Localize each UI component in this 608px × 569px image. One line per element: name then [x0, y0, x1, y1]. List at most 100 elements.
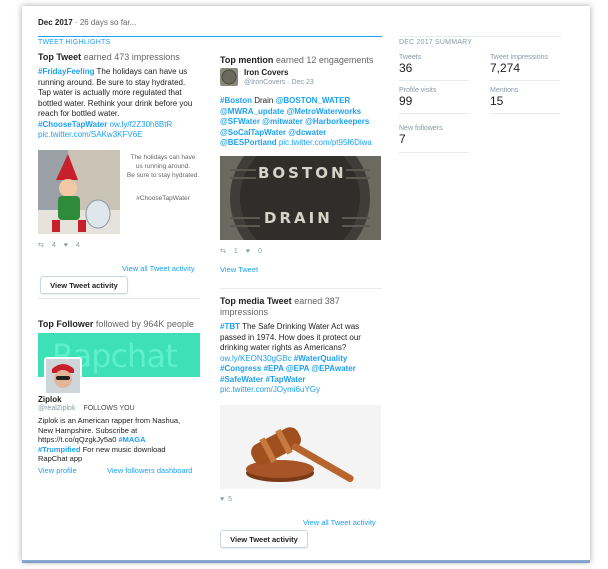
stat-impressions-value: 7,274 — [490, 61, 521, 75]
mention-drain-word: Drain — [252, 96, 276, 105]
stat-tweets: Tweets 36 — [399, 54, 421, 75]
top-tweet-title: Top Tweet earned 473 impressions — [38, 52, 180, 62]
manhole-avatar-icon — [221, 69, 237, 85]
top-follower-title: Top Follower followed by 964K people — [38, 319, 194, 329]
mention-user-name[interactable]: Iron Covers — [244, 68, 288, 77]
media-activity-button[interactable]: View Tweet activity — [220, 530, 308, 548]
mention-retweets: 1 — [233, 247, 238, 255]
stat-mentions: Mentions 15 — [490, 87, 518, 108]
view-followers-dashboard-link[interactable]: View followers dashboard — [107, 466, 192, 475]
top-mention-text: #Boston Drain @BOSTON_WATER @MWRA_update… — [220, 96, 385, 149]
heart-icon: ♥ — [220, 496, 225, 503]
media-line-1: The Safe Drinking Water Act was — [240, 322, 360, 331]
top-follower-meta: followed by 964K people — [93, 319, 194, 329]
view-profile-link[interactable]: View profile — [38, 466, 77, 475]
follower-handle: @realZiplok — [38, 405, 76, 412]
media-line-6[interactable]: #SafeWater #TapWater — [220, 375, 306, 384]
media-likes: 5 — [228, 496, 233, 503]
top-tweet-view-all-link[interactable]: View all Tweet activity — [122, 264, 195, 273]
mention-line-3[interactable]: @SFWater @mitwater @Harborkeepers — [220, 117, 369, 126]
top-media-meta2: impressions — [220, 307, 269, 317]
stat-profile-visits: Profile visits 99 — [399, 87, 436, 108]
manhole-word-boston: BOSTON — [258, 164, 347, 182]
top-media-text: #TBT The Safe Drinking Water Act was pas… — [220, 322, 385, 396]
top-tweet-meta: earned 473 impressions — [81, 52, 180, 62]
top-tweet-activity-button[interactable]: View Tweet activity — [40, 276, 128, 294]
retweet-icon: ⇆ — [38, 242, 44, 249]
stat-divider-2b — [490, 113, 560, 114]
period-subtitle: · 26 days so far... — [72, 18, 137, 27]
top-tweet-link1[interactable]: ow.ly/f2Z30h8BtR — [107, 120, 173, 129]
iron-covers-avatar[interactable] — [220, 68, 238, 86]
mention-besportland[interactable]: @BESPortland — [220, 138, 277, 147]
heart-icon: ♥ — [245, 247, 250, 255]
mention-line-2[interactable]: @MWRA_update @MetroWaterworks — [220, 107, 361, 116]
bio-hashtag-trumpified[interactable]: #Trumpified — [38, 445, 81, 454]
mention-boston-water[interactable]: @BOSTON_WATER — [276, 96, 351, 105]
stat-mentions-value: 15 — [490, 94, 504, 108]
follower-name[interactable]: Ziplok — [38, 395, 62, 404]
summary-label: DEC 2017 SUMMARY — [399, 39, 473, 46]
media-link-1[interactable]: ow.ly/KEON30gGBc — [220, 354, 292, 363]
mention-engagement: ⇆ 1 ♥ 0 — [220, 247, 262, 256]
media-engagement: ♥ 5 — [220, 496, 232, 503]
bio-line-4: For new music download — [80, 444, 166, 454]
stat-divider-1a — [399, 80, 469, 81]
stat-mentions-label: Mentions — [490, 87, 519, 94]
elf-photo-icon — [38, 150, 120, 234]
follows-you-badge: FOLLOWS YOU — [83, 405, 135, 412]
mention-hashtag-boston[interactable]: #Boston — [220, 96, 252, 105]
stat-new-followers: New followers 7 — [399, 125, 443, 146]
top-mention-meta: earned 12 engagements — [273, 55, 374, 65]
mention-pic-link[interactable]: pic.twitter.com/pt95f6Diwa — [277, 138, 372, 147]
bio-hashtag-maga[interactable]: #MAGA — [118, 435, 145, 444]
bio-line-5: RapChat app — [38, 454, 83, 463]
follower-bio: Ziplok is an American rapper from Nashua… — [38, 416, 203, 464]
period-month: Dec 2017 — [38, 18, 73, 27]
top-tweet-image[interactable] — [38, 150, 120, 234]
top-tweet-hashtag[interactable]: #FridayFeeling — [38, 67, 94, 76]
media-view-all-link[interactable]: View all Tweet activity — [303, 518, 376, 527]
caption-line-2: us running around. — [135, 163, 191, 170]
top-tweet-retweets: 4 — [51, 241, 56, 249]
follower-avatar[interactable] — [44, 357, 82, 395]
caption-line-1: The holidays can have — [130, 154, 196, 161]
retweet-icon: ⇆ — [220, 248, 226, 255]
media-line-5[interactable]: #Congress #EPA @EPA @EPAwater — [220, 364, 356, 373]
media-hashtag-tbt[interactable]: #TBT — [220, 322, 240, 331]
top-tweet-engagement: ⇆ 4 ♥ 4 — [38, 241, 80, 250]
person-avatar-icon — [46, 359, 80, 393]
highlights-divider — [38, 36, 382, 37]
media-line-3: drinking water rights as Americans? — [220, 343, 347, 352]
stat-followers-value: 7 — [399, 132, 406, 146]
manhole-image[interactable]: BOSTON DRAIN — [220, 156, 381, 240]
stat-impressions: Tweet impressions 7,274 — [490, 54, 548, 75]
top-tweet-hashtag2[interactable]: #ChooseTapWater — [38, 120, 107, 129]
mention-divider — [220, 288, 382, 289]
top-media-title-text: Top media Tweet — [220, 296, 292, 306]
stat-profile-value: 99 — [399, 94, 413, 108]
view-tweet-link[interactable]: View Tweet — [220, 265, 258, 274]
top-tweet-link2[interactable]: pic.twitter.com/SAKw3KFV6E — [38, 130, 142, 139]
manhole-word-drain: DRAIN — [264, 209, 333, 227]
mention-line-4[interactable]: @SoCalTapWater @dcwater — [220, 128, 326, 137]
top-tweet-image-caption: The holidays can have us running around.… — [124, 153, 202, 203]
gavel-image[interactable] — [220, 405, 381, 489]
media-pic-link[interactable]: pic.twitter.com/JOymi6uYGy — [220, 385, 320, 394]
bio-line-3: https://t.co/qQzgkJy5a0 — [38, 435, 119, 444]
top-tweet-divider — [38, 298, 200, 299]
top-tweet-title-text: Top Tweet — [38, 52, 82, 62]
stat-divider-3 — [399, 152, 469, 153]
bio-line-1: Ziplok is an American rapper from Nashua… — [38, 416, 181, 425]
stat-divider-2a — [399, 113, 469, 114]
caption-line-4: #ChooseTapWater — [136, 195, 190, 202]
stat-profile-label: Profile visits — [399, 87, 437, 94]
top-media-title: Top media Tweet earned 387 impressions — [220, 296, 385, 318]
media-hashtag-waterquality[interactable]: #WaterQuality — [292, 354, 348, 363]
mention-likes: 0 — [257, 247, 262, 255]
top-mention-title: Top mention earned 12 engagements — [220, 55, 373, 65]
stat-followers-label: New followers — [399, 125, 443, 132]
summary-divider — [399, 36, 561, 37]
gavel-icon — [220, 405, 381, 489]
heart-icon: ♥ — [63, 241, 68, 249]
